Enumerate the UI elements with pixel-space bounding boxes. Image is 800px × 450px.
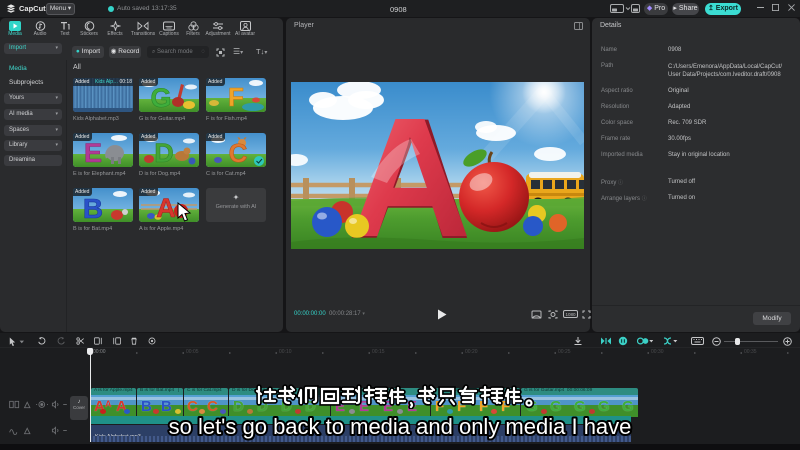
svg-text:E: E (84, 138, 102, 167)
svg-text:B: B (83, 193, 103, 222)
svg-text:D: D (154, 138, 174, 167)
svg-text:C: C (229, 138, 248, 167)
svg-text:F: F (228, 82, 244, 112)
svg-text:so let's go back to media and: so let's go back to media and only media… (169, 414, 632, 439)
svg-text:G: G (150, 83, 171, 112)
svg-text:A: A (156, 193, 176, 222)
